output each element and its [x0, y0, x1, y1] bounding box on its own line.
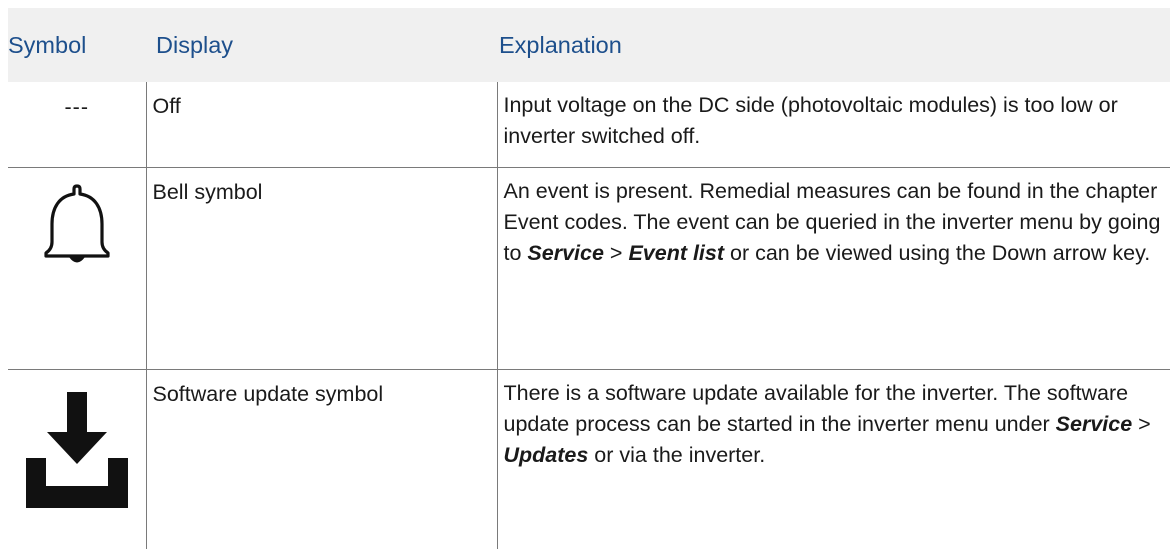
explanation-cell: Input voltage on the DC side (photovolta…: [496, 82, 1170, 168]
display-cell: Software update symbol: [145, 369, 497, 549]
bell-icon: [8, 168, 146, 279]
symbol-cell: [8, 167, 146, 370]
table-header-row: Symbol Display Explanation: [8, 8, 1170, 82]
explanation-cell: An event is present. Remedial measures c…: [496, 167, 1170, 370]
column-header-display: Display: [156, 31, 234, 58]
table-row-software-update: Software update symbol There is a softwa…: [8, 369, 1170, 549]
column-header-symbol: Symbol: [8, 31, 87, 58]
display-cell: Off: [145, 82, 497, 168]
explanation-text: or can be viewed using the Down arrow ke…: [724, 240, 1151, 265]
download-icon: [8, 370, 146, 521]
explanation-text: or via the inverter.: [588, 442, 766, 467]
table-body: --- Off Input voltage on the DC side (ph…: [8, 82, 1170, 549]
menu-path-separator: >: [1132, 411, 1151, 436]
display-cell: Bell symbol: [145, 167, 497, 370]
off-dashes: ---: [64, 95, 89, 119]
menu-path-updates: Updates: [503, 442, 589, 467]
table-header: Symbol Display Explanation: [8, 8, 1170, 82]
explanation-cell: There is a software update available for…: [496, 369, 1170, 549]
column-header-explanation: Explanation: [499, 31, 622, 58]
symbol-cell: ---: [8, 82, 146, 168]
symbol-table: Symbol Display Explanation --- Off Input…: [8, 8, 1170, 549]
symbol-table-container: Symbol Display Explanation --- Off Input…: [8, 8, 1170, 549]
symbol-cell: [8, 369, 146, 549]
menu-path-separator: >: [603, 240, 629, 265]
menu-path-service: Service: [527, 240, 604, 265]
menu-path-event-list: Event list: [628, 240, 725, 265]
explanation-text: There is a software update available for…: [503, 380, 1129, 436]
table-row-bell: Bell symbol An event is present. Remedia…: [8, 167, 1170, 370]
table-row-off: --- Off Input voltage on the DC side (ph…: [8, 82, 1170, 168]
menu-path-service: Service: [1055, 411, 1133, 436]
